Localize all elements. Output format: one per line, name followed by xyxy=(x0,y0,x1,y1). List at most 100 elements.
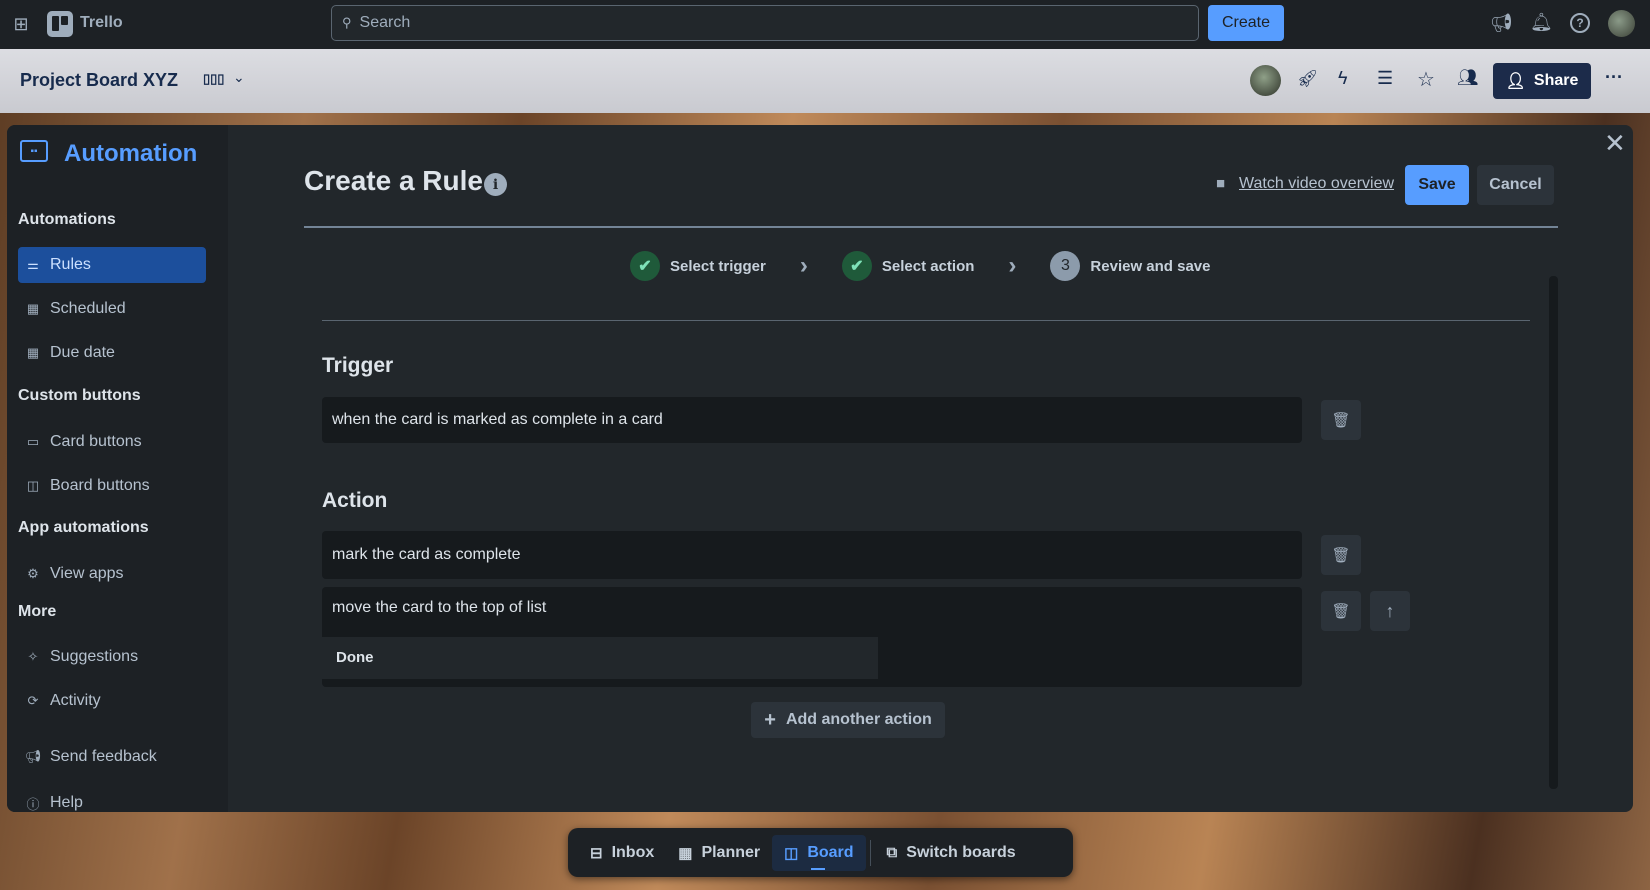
switch-boards-icon: ⧉ xyxy=(886,844,898,861)
step-select-trigger[interactable]: ✔ Select trigger xyxy=(630,251,766,281)
app-name[interactable]: Trello xyxy=(80,14,123,32)
calendar-icon: ▦ xyxy=(26,301,40,316)
member-avatar[interactable] xyxy=(1250,65,1281,96)
check-icon: ✔ xyxy=(630,251,660,281)
calendar-icon: ▦ xyxy=(26,345,40,360)
dock-planner[interactable]: ▦ Planner xyxy=(666,835,772,871)
search-icon: ⚲ xyxy=(342,15,352,30)
calendar-icon: ▦ xyxy=(678,844,693,862)
cancel-button[interactable]: Cancel xyxy=(1477,165,1554,205)
divider xyxy=(322,320,1530,321)
more-options-icon[interactable]: ··· xyxy=(1605,67,1623,88)
sidebar-item-rules[interactable]: ⚌ Rules xyxy=(18,247,206,283)
sidebar-item-send-feedback[interactable]: 📢︎ Send feedback xyxy=(18,739,206,775)
check-icon: ✔ xyxy=(841,251,872,281)
action-field[interactable]: mark the card as complete xyxy=(322,531,1302,579)
scrollbar[interactable] xyxy=(1549,276,1558,789)
dock-board[interactable]: ◫ Board xyxy=(772,834,866,871)
section-custom-buttons: Custom buttons xyxy=(18,387,141,404)
refresh-icon: ⟳ xyxy=(27,693,39,708)
watch-video-link[interactable]: Watch video overview xyxy=(1239,175,1394,193)
share-button[interactable]: 👤︎ Share xyxy=(1493,63,1591,99)
dock-label: Planner xyxy=(701,843,761,861)
help-icon[interactable]: ? xyxy=(1570,13,1590,33)
trello-logo-icon[interactable] xyxy=(47,11,73,37)
search-input[interactable]: ⚲ Search xyxy=(331,5,1199,41)
sidebar-item-label: Board buttons xyxy=(50,477,150,494)
visibility-members-icon[interactable]: 👥︎ xyxy=(1457,68,1479,88)
action-text: move the card to the top of list xyxy=(332,599,547,616)
save-button[interactable]: Save xyxy=(1405,165,1469,205)
add-action-label: Add another action xyxy=(785,711,932,728)
sidebar-item-scheduled[interactable]: ▦ Scheduled xyxy=(18,291,206,327)
board-view-icon[interactable]: ▯▯▯ xyxy=(203,71,224,87)
search-placeholder: Search xyxy=(359,14,411,31)
action-heading: Action xyxy=(322,489,388,512)
inbox-icon: ⊟ xyxy=(590,844,603,862)
arrow-up-icon: ↑ xyxy=(1385,600,1395,621)
delete-action-button[interactable]: 🗑︎ xyxy=(1321,591,1361,631)
section-more: More xyxy=(18,603,57,620)
dock-switch-boards[interactable]: ⧉ Switch boards xyxy=(875,835,1028,871)
step-number: 3 xyxy=(1050,251,1081,281)
sidebar-item-view-apps[interactable]: ⚙ View apps xyxy=(18,556,206,592)
stepper: ✔ Select trigger › ✔ Select action › 3 Revi… xyxy=(630,251,1211,281)
trigger-field[interactable]: when the card is marked as complete in a… xyxy=(322,397,1302,443)
sidebar-item-label: Due date xyxy=(50,344,115,361)
sparkle-icon: ✧ xyxy=(27,649,39,664)
sidebar-item-suggestions[interactable]: ✧ Suggestions xyxy=(18,639,206,675)
power-ups-rocket-icon[interactable]: 🚀︎ xyxy=(1297,69,1319,89)
add-another-action-button[interactable]: + Add another action xyxy=(751,702,945,738)
divider xyxy=(869,839,871,866)
delete-action-button[interactable]: 🗑︎ xyxy=(1321,535,1361,575)
step-label: Review and save xyxy=(1090,257,1211,275)
star-icon[interactable]: ☆ xyxy=(1417,67,1435,92)
action-field[interactable]: move the card to the top of list Done xyxy=(322,587,1302,687)
megaphone-icon[interactable]: 📢︎ xyxy=(1490,13,1513,34)
help-icon: ⓘ xyxy=(26,796,40,812)
chevron-right-icon: › xyxy=(1008,252,1017,279)
sidebar-item-card-buttons[interactable]: ▭ Card buttons xyxy=(18,424,206,460)
dock-label: Switch boards xyxy=(906,843,1016,861)
trash-icon: 🗑︎ xyxy=(1331,412,1351,429)
sidebar-item-help[interactable]: ⓘ Help xyxy=(18,785,206,812)
page-title: Create a Rule xyxy=(304,165,483,196)
sidebar-item-activity[interactable]: ⟳ Activity xyxy=(18,683,206,719)
chevron-down-icon[interactable]: ⌄ xyxy=(233,69,245,86)
filter-icon[interactable]: ☰ xyxy=(1377,68,1393,89)
list-select[interactable]: Done xyxy=(322,637,878,679)
share-label: Share xyxy=(1533,72,1579,89)
step-select-action[interactable]: ✔ Select action xyxy=(841,251,974,281)
close-icon[interactable]: ✕ xyxy=(1604,128,1626,159)
sidebar-item-board-buttons[interactable]: ◫ Board buttons xyxy=(18,468,206,504)
sidebar-item-label: Help xyxy=(50,794,83,811)
dock-inbox[interactable]: ⊟ Inbox xyxy=(578,835,666,871)
board-icon: ◫ xyxy=(26,478,40,493)
step-review-and-save[interactable]: 3 Review and save xyxy=(1050,251,1211,281)
sidebar-item-label: Rules xyxy=(50,256,91,273)
info-icon[interactable]: i xyxy=(484,173,507,196)
user-avatar[interactable] xyxy=(1608,10,1635,37)
divider xyxy=(304,226,1558,228)
rules-sliders-icon: ⚌ xyxy=(27,257,39,272)
sidebar-item-label: Suggestions xyxy=(50,648,139,665)
chevron-right-icon: › xyxy=(799,252,808,279)
board-title[interactable]: Project Board XYZ xyxy=(20,70,178,91)
trash-icon: 🗑︎ xyxy=(1331,603,1351,620)
bell-icon[interactable]: 🔔︎ xyxy=(1530,12,1553,33)
gear-icon: ⚙ xyxy=(27,566,39,581)
automation-robot-icon: ▪▪ xyxy=(20,140,48,162)
move-up-button[interactable]: ↑ xyxy=(1370,591,1410,631)
dock-label: Inbox xyxy=(611,843,655,861)
app-switcher-icon[interactable]: ⊞ xyxy=(11,14,31,34)
create-button[interactable]: Create xyxy=(1208,5,1284,41)
section-automations: Automations xyxy=(18,211,116,228)
active-indicator xyxy=(811,867,826,870)
delete-trigger-button[interactable]: 🗑︎ xyxy=(1321,400,1361,440)
automation-bolt-icon[interactable]: ϟ xyxy=(1338,68,1348,89)
trigger-heading: Trigger xyxy=(322,354,394,377)
step-label: Select trigger xyxy=(670,257,766,275)
sidebar-item-due-date[interactable]: ▦ Due date xyxy=(18,335,206,371)
automation-panel: ▪▪ Automation Automations ⚌ Rules ▦ Schedu… xyxy=(7,125,1633,812)
megaphone-icon: 📢︎ xyxy=(24,749,42,764)
